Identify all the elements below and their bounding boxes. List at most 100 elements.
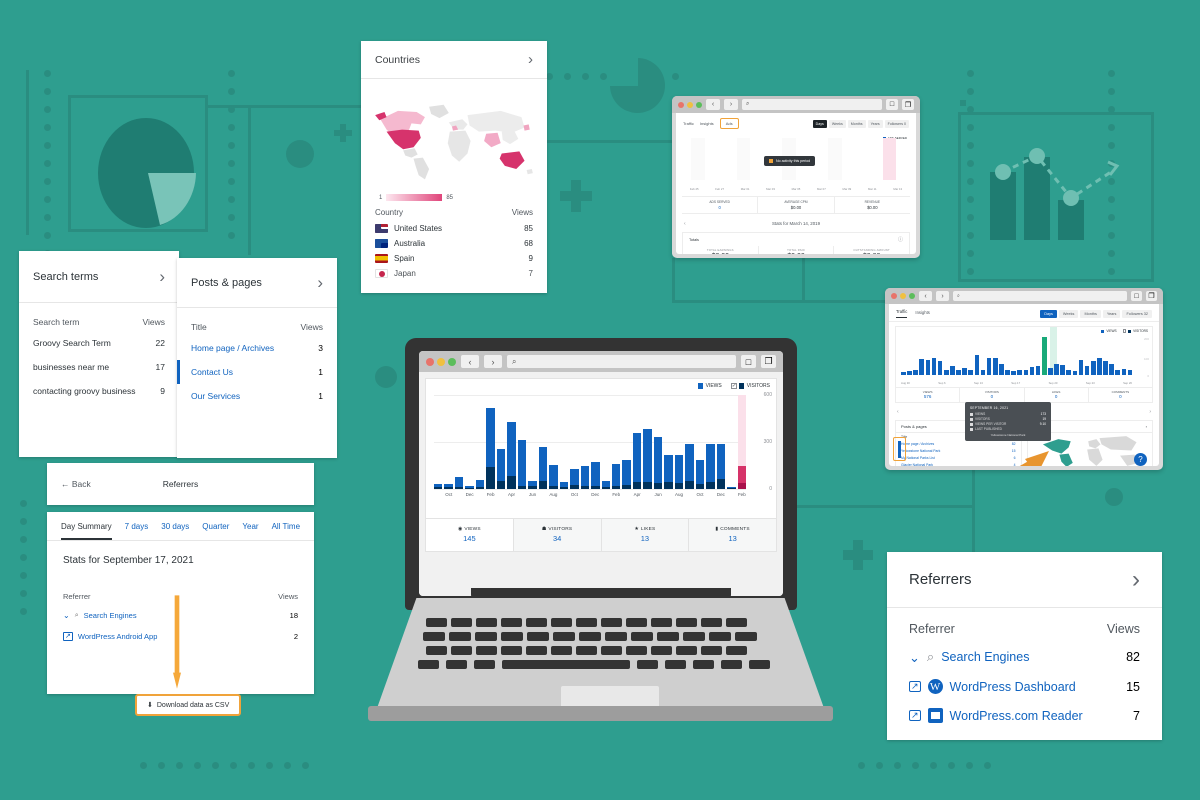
list-item[interactable]: Home page / Archives 82 bbox=[896, 440, 1021, 447]
table-row[interactable]: ⌄ ⌕ Search Engines 82 bbox=[887, 642, 1162, 672]
chart-bar-column[interactable] bbox=[434, 395, 443, 489]
summary-comments[interactable]: ▮ COMMENTS 13 bbox=[689, 519, 776, 551]
table-row[interactable]: Home page / Archives 3 bbox=[177, 336, 337, 360]
chart-bar[interactable] bbox=[507, 421, 516, 489]
chart-bar[interactable] bbox=[1060, 365, 1065, 375]
chart-bar[interactable] bbox=[1109, 363, 1114, 375]
chart-bar[interactable] bbox=[937, 360, 943, 375]
table-row[interactable]: Contact Us 1 bbox=[177, 360, 337, 384]
chart-bar-column[interactable] bbox=[528, 395, 537, 489]
prev-period-icon[interactable]: ‹ bbox=[684, 221, 686, 227]
chart-bar-column[interactable] bbox=[507, 395, 516, 489]
legend-visitors[interactable]: ✓ VISITORS bbox=[730, 383, 770, 389]
forward-icon[interactable]: › bbox=[936, 291, 949, 301]
chevron-right-icon[interactable]: › bbox=[317, 274, 323, 291]
table-row[interactable]: contacting groovy business 9 bbox=[19, 379, 179, 403]
laptop-keyboard[interactable] bbox=[376, 618, 825, 676]
tab-traffic[interactable]: Traffic bbox=[683, 121, 694, 126]
chart-bar[interactable] bbox=[943, 370, 949, 375]
minimize-icon[interactable] bbox=[687, 101, 693, 108]
download-csv-button[interactable]: ⬇ Download data as CSV bbox=[135, 694, 242, 716]
chart-bar[interactable] bbox=[559, 482, 569, 489]
prev-period-icon[interactable]: ‹ bbox=[897, 409, 899, 415]
chart-bar[interactable] bbox=[549, 464, 558, 489]
chart-bar-column[interactable] bbox=[632, 395, 642, 489]
table-row[interactable]: United States 85 bbox=[361, 221, 547, 236]
chevron-right-icon[interactable]: › bbox=[1132, 567, 1140, 592]
chart-bar[interactable] bbox=[1005, 370, 1010, 375]
range-weeks[interactable]: Weeks bbox=[1058, 309, 1079, 318]
next-period-icon[interactable]: › bbox=[1149, 409, 1151, 415]
chart-bar[interactable] bbox=[737, 465, 747, 489]
chart-bar-column[interactable] bbox=[496, 395, 506, 489]
range-months[interactable]: Months bbox=[1080, 309, 1101, 318]
range-days[interactable]: Days bbox=[812, 119, 827, 128]
legend-views[interactable]: VIEWS bbox=[698, 383, 722, 389]
countries-card-header[interactable]: Countries › bbox=[361, 41, 547, 79]
chart-bar[interactable] bbox=[1121, 368, 1127, 375]
chart-bar-column[interactable] bbox=[727, 395, 736, 489]
legend-views[interactable]: VIEWS bbox=[1101, 329, 1117, 333]
tab-30-days[interactable]: 30 days bbox=[161, 522, 189, 540]
chart-bar[interactable] bbox=[465, 485, 474, 489]
legend-visitors[interactable]: VISITORS bbox=[1122, 329, 1148, 333]
referrer-name[interactable]: WordPress Android App bbox=[78, 632, 158, 641]
chart-bar[interactable] bbox=[980, 369, 986, 375]
chart-bar-column[interactable] bbox=[559, 395, 569, 489]
traffic-lights[interactable] bbox=[426, 357, 456, 366]
address-bar[interactable]: ⌕ bbox=[953, 291, 1127, 301]
chart-bar[interactable] bbox=[685, 443, 694, 489]
chart-bar-column[interactable] bbox=[580, 395, 590, 489]
legend-checkbox[interactable]: ✓ bbox=[730, 383, 737, 389]
chart-bar[interactable] bbox=[538, 446, 548, 489]
range-weeks[interactable]: Weeks bbox=[828, 119, 846, 128]
referrer-name[interactable]: Search Engines bbox=[941, 650, 1029, 664]
window-tile-icon[interactable]: ❐ bbox=[902, 99, 914, 110]
summary-views[interactable]: ◉ VIEWS 145 bbox=[426, 519, 514, 551]
chart-bar[interactable] bbox=[1097, 358, 1102, 375]
chart-bar[interactable] bbox=[695, 460, 705, 489]
chart-bar-column[interactable] bbox=[517, 395, 527, 489]
ads-stat-revenue[interactable]: REVENUE $0.00 bbox=[835, 197, 910, 213]
window-restore-icon[interactable]: □ bbox=[1131, 291, 1142, 301]
chart-bar-column[interactable] bbox=[454, 395, 464, 489]
tab-day-summary[interactable]: Day Summary bbox=[61, 522, 112, 540]
chart-bar-column[interactable] bbox=[695, 395, 705, 489]
chart-bar[interactable] bbox=[570, 468, 579, 489]
chart-bar[interactable] bbox=[653, 437, 663, 489]
chart-bar[interactable] bbox=[1035, 365, 1041, 375]
tab-insights[interactable]: Insights bbox=[915, 310, 929, 318]
chart-bar[interactable] bbox=[986, 357, 992, 375]
close-icon[interactable] bbox=[891, 293, 897, 299]
chart-bar[interactable] bbox=[528, 481, 537, 489]
chart-bar[interactable] bbox=[434, 483, 443, 489]
chart-bar[interactable] bbox=[901, 371, 906, 375]
chart-bar[interactable] bbox=[444, 484, 453, 489]
summary-likes[interactable]: ★ LIKES 13 bbox=[601, 519, 690, 551]
chevron-down-icon[interactable]: ⌄ bbox=[909, 651, 920, 664]
summary-visitors[interactable]: VISITORS 0 bbox=[960, 388, 1025, 402]
chart-bar[interactable] bbox=[1127, 370, 1133, 375]
table-row[interactable]: Australia 68 bbox=[361, 236, 547, 251]
chart-bar[interactable] bbox=[974, 355, 980, 375]
traffic-lights[interactable] bbox=[678, 101, 702, 108]
forward-icon[interactable]: › bbox=[724, 99, 738, 110]
address-bar[interactable]: ⌕ bbox=[742, 99, 882, 110]
close-icon[interactable] bbox=[678, 101, 684, 108]
followers-pill[interactable]: Followers 32 bbox=[1122, 309, 1152, 318]
chart-bar[interactable] bbox=[716, 443, 726, 489]
chart-bar[interactable] bbox=[1078, 359, 1084, 375]
chart-bar[interactable] bbox=[907, 371, 912, 375]
chart-bar[interactable] bbox=[1103, 360, 1108, 375]
chart-bar-column[interactable] bbox=[706, 395, 715, 489]
tab-year[interactable]: Year bbox=[242, 522, 258, 540]
traffic-lights[interactable] bbox=[891, 293, 915, 299]
forward-icon[interactable]: › bbox=[484, 355, 502, 368]
chart-bar[interactable] bbox=[496, 449, 506, 489]
chart-bar-column[interactable] bbox=[622, 395, 631, 489]
window-tile-icon[interactable]: ❐ bbox=[761, 355, 776, 368]
chart-bar-column[interactable] bbox=[653, 395, 663, 489]
ads-stat-served[interactable]: ADS SERVED 0 bbox=[682, 197, 759, 213]
referrers-card-header[interactable]: Referrers › bbox=[887, 552, 1162, 608]
chart-bar[interactable] bbox=[486, 407, 495, 489]
